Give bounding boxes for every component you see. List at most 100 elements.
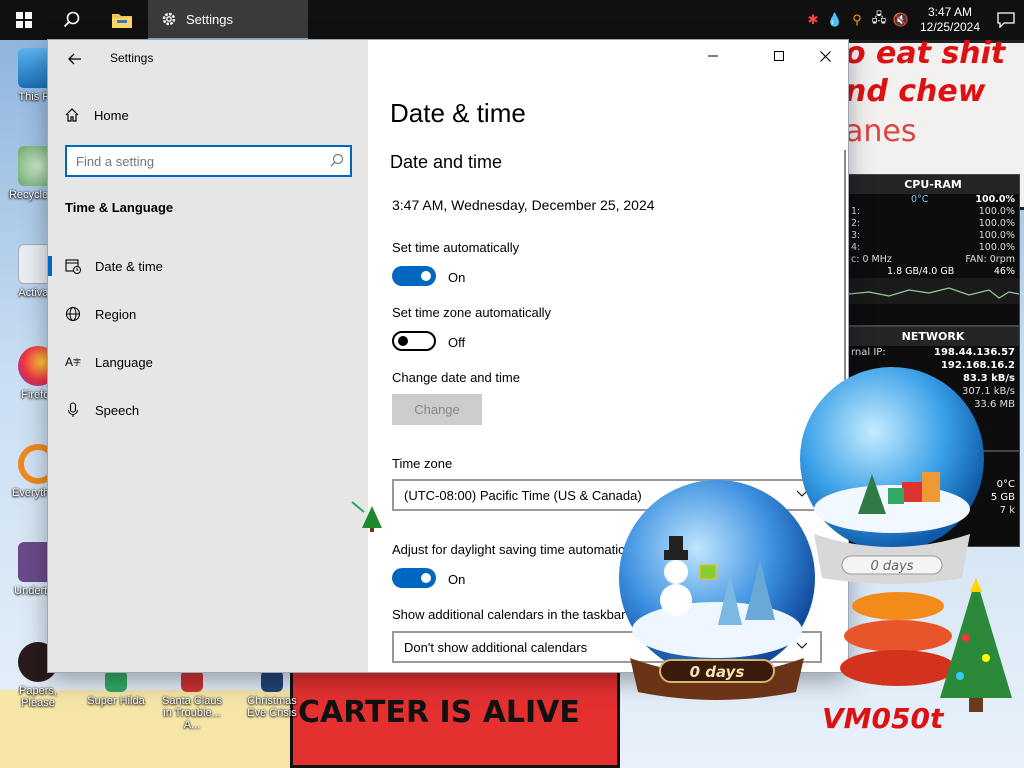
core-value: 100.0% (978, 218, 1015, 229)
toggle-knob (421, 271, 431, 281)
calendars-label: Show additional calendars in the taskbar (392, 607, 626, 622)
change-datetime-label: Change date and time (392, 370, 520, 385)
timezone-value: (UTC-08:00) Pacific Time (US & Canada) (404, 487, 642, 503)
calendars-value: Don't show additional calendars (404, 639, 588, 655)
drop-icon[interactable]: 💧 (824, 0, 846, 40)
windows-logo-icon (16, 12, 32, 28)
core-label: 4: (851, 242, 861, 253)
sidebar-item-label: Language (95, 354, 153, 370)
network-share-icon[interactable]: ✱ (802, 0, 824, 40)
settings-search[interactable] (65, 145, 352, 177)
core-value: 100.0% (978, 230, 1015, 241)
file-explorer-button[interactable] (96, 0, 148, 40)
sidebar-item-region[interactable]: Region (48, 294, 368, 334)
minimize-button[interactable] (690, 40, 736, 72)
set-time-auto-toggle[interactable] (392, 266, 436, 286)
core-value: 100.0% (978, 242, 1015, 253)
sidebar-item-language[interactable]: A字 Language (48, 342, 368, 382)
desktop-icon-label: Papers, Please (19, 685, 57, 709)
set-timezone-auto-toggle[interactable] (392, 331, 436, 351)
core-label: 2: (851, 218, 861, 229)
christmas-decoration (840, 578, 1012, 712)
sidebar-item-label: Date & time (95, 258, 163, 274)
search-input[interactable] (67, 147, 317, 175)
toggle-knob (421, 573, 431, 583)
content-scrollbar[interactable] (844, 150, 846, 380)
network-icon[interactable]: 🖧 (868, 0, 890, 40)
settings-sidebar: Settings Home Time & Language Date & tim… (48, 40, 368, 672)
taskbar-settings-label: Settings (186, 11, 233, 27)
close-icon (819, 50, 831, 62)
change-button[interactable]: Change (392, 394, 482, 425)
sidebar-item-label: Speech (95, 402, 140, 418)
back-button[interactable] (62, 46, 88, 72)
home-label: Home (94, 107, 129, 123)
sidebar-section-title: Time & Language (65, 200, 174, 215)
desktop-icon-label: Super Hilda (87, 695, 145, 707)
set-timezone-auto-state: Off (448, 335, 466, 350)
calendar-clock-icon (65, 258, 81, 274)
window-title: Settings (110, 51, 154, 65)
external-ip: 198.44.136.57 (934, 347, 1015, 358)
game-icon (181, 670, 203, 692)
core-value: 100.0% (978, 206, 1015, 217)
sidebar-item-label: Region (95, 306, 137, 322)
network-gadget-title: NETWORK (847, 327, 1019, 346)
cpu-total: 100.0% (975, 194, 1015, 205)
home-icon (65, 108, 79, 122)
globe-days-label: 0 days (690, 663, 745, 681)
core-label: 3: (851, 230, 861, 241)
ram-percent: 46% (993, 266, 1015, 277)
timezone-label: Time zone (392, 456, 453, 471)
search-button[interactable] (48, 0, 96, 40)
dst-state: On (448, 572, 466, 587)
set-time-auto-state: On (448, 270, 466, 285)
core-label: 1: (851, 206, 861, 217)
globe-icon (65, 306, 81, 322)
wallpaper-bottom-text: CARTER IS ALIVE (298, 695, 580, 730)
desktop-icon-super-hilda[interactable]: Super Hilda (82, 670, 150, 707)
tree-cursor-icon (351, 501, 382, 532)
wallpaper-text-line-2: nd chew (845, 74, 986, 109)
cpu-freq: c: 0 MHz (851, 254, 892, 265)
desktop-icon-christmas-eve-crisis[interactable]: Christmas Eve Crisis (238, 670, 306, 719)
ram-usage: 1.8 GB/4.0 GB (887, 266, 955, 277)
taskbar-settings-app[interactable]: Settings (148, 0, 308, 40)
search-icon (63, 11, 80, 28)
notification-icon (997, 12, 1015, 28)
clock[interactable]: 3:47 AM 12/25/2024 (912, 5, 988, 35)
sidebar-item-speech[interactable]: Speech (48, 390, 368, 430)
volume-muted-icon[interactable]: 🔇 (890, 0, 912, 40)
search-icon[interactable] (330, 153, 344, 167)
maximize-button[interactable] (756, 40, 802, 72)
start-button[interactable] (0, 0, 48, 40)
current-datetime: 3:47 AM, Wednesday, December 25, 2024 (392, 197, 655, 213)
clock-time: 3:47 AM (927, 5, 973, 19)
folder-icon (112, 14, 132, 28)
language-icon: A字 (65, 355, 82, 369)
wallpaper-text-line-1: o eat shit (845, 40, 1006, 71)
maximize-icon (774, 51, 784, 61)
system-tray: ✱ 💧 ⚲ 🖧 🔇 3:47 AM 12/25/2024 (802, 0, 1024, 40)
section-title: Date and time (390, 152, 503, 172)
gear-icon (162, 12, 176, 26)
search-tool-icon[interactable]: ⚲ (846, 0, 868, 40)
dst-toggle[interactable] (392, 568, 436, 588)
set-timezone-auto-label: Set time zone automatically (392, 305, 551, 320)
snow-globe-right: 0 days (800, 367, 984, 584)
desktop-icon-santa-claus[interactable]: Santa Claus in Trouble... A... (158, 670, 226, 731)
set-time-auto-label: Set time automatically (392, 240, 520, 255)
sidebar-item-home[interactable]: Home (64, 104, 129, 126)
microphone-icon (65, 402, 81, 418)
globe-days-label-2: 0 days (870, 559, 913, 574)
fan-speed: FAN: 0rpm (965, 254, 1015, 265)
sidebar-item-date-time[interactable]: Date & time (48, 246, 368, 286)
ram-graph (848, 278, 1020, 304)
desktop-icon-label: Christmas Eve Crisis (247, 695, 297, 719)
cpu-temp: 0°C (911, 194, 929, 205)
notification-center-button[interactable] (988, 0, 1024, 40)
desktop-icon-label: Santa Claus in Trouble... A... (162, 695, 222, 731)
page-title: Date & time (390, 98, 526, 128)
wallpaper-text-line-3: anes (845, 114, 917, 149)
close-button[interactable] (802, 40, 848, 72)
